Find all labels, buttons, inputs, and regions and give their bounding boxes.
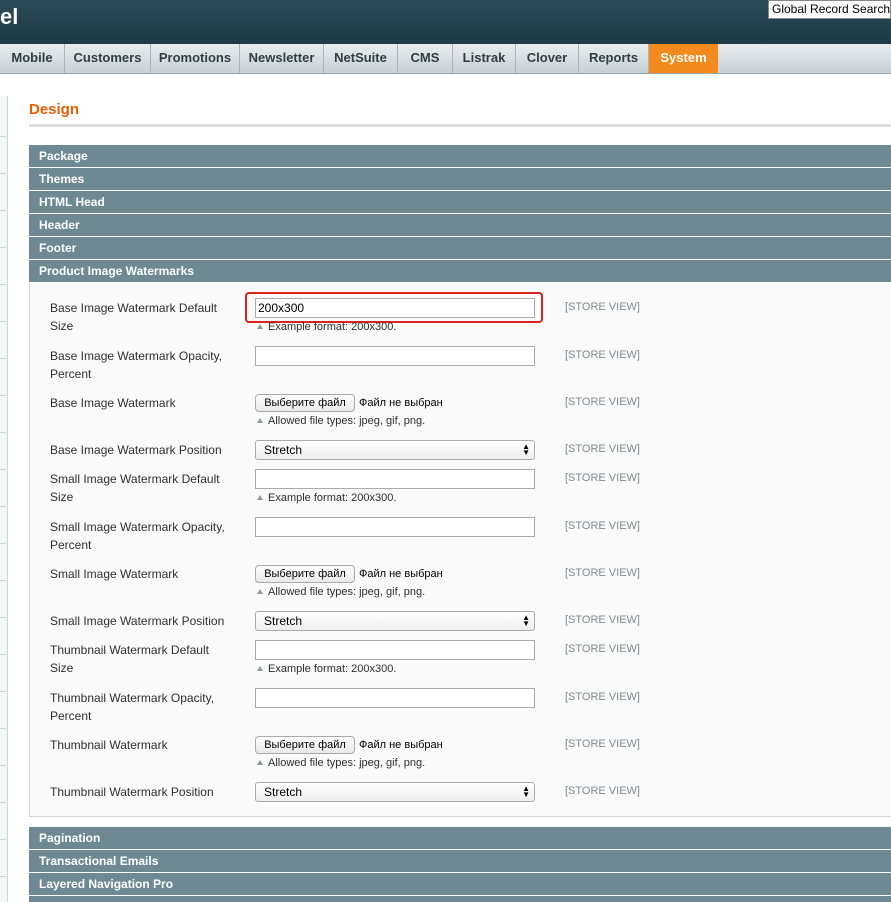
thumb-size-label: Thumbnail Watermark Default Size (50, 643, 209, 675)
scope-label: [STORE VIEW] (565, 567, 640, 579)
section-html-head[interactable]: HTML Head (29, 191, 891, 213)
nav-item-mobile[interactable]: Mobile (0, 44, 65, 73)
small-image-label: Small Image Watermark (50, 567, 179, 581)
nav-item-reports[interactable]: Reports (579, 44, 649, 73)
scope-label: [STORE VIEW] (565, 691, 640, 703)
scope-label: [STORE VIEW] (565, 349, 640, 361)
note-arrow-icon (257, 760, 263, 765)
select-arrows-icon: ▲ ▼ (522, 442, 530, 457)
base-size-label: Base Image Watermark Default Size (50, 301, 217, 333)
note-arrow-icon (257, 324, 263, 329)
global-record-search-input[interactable]: Global Record Search (768, 0, 891, 19)
section-pagination[interactable]: Pagination (29, 827, 891, 849)
base-position-label: Base Image Watermark Position (50, 443, 222, 457)
scope-label: [STORE VIEW] (565, 396, 640, 408)
scope-label: [STORE VIEW] (565, 472, 640, 484)
scope-label: [STORE VIEW] (565, 520, 640, 532)
nav-item-clover[interactable]: Clover (516, 44, 579, 73)
nav-item-customers[interactable]: Customers (65, 44, 151, 73)
small-position-select[interactable]: Stretch ▲ ▼ (255, 611, 535, 631)
note-arrow-icon (257, 418, 263, 423)
section-product-image-watermarks[interactable]: Product Image Watermarks (29, 260, 891, 282)
select-arrows-icon: ▲ ▼ (522, 613, 530, 628)
small-size-note: Example format: 200x300. (257, 491, 396, 505)
base-size-note: Example format: 200x300. (257, 320, 396, 334)
admin-header: el Global Record Search (0, 0, 891, 44)
thumb-position-label: Thumbnail Watermark Position (50, 785, 214, 799)
left-sidebar-edge (0, 96, 8, 902)
section-next[interactable] (29, 896, 891, 902)
thumb-image-file-status: Файл не выбран (359, 739, 443, 751)
small-position-label: Small Image Watermark Position (50, 614, 225, 628)
thumb-size-input[interactable] (255, 640, 535, 660)
scope-label: [STORE VIEW] (565, 301, 640, 313)
scope-label: [STORE VIEW] (565, 738, 640, 750)
nav-item-netsuite[interactable]: NetSuite (324, 44, 398, 73)
scope-label: [STORE VIEW] (565, 785, 640, 797)
brand-logo: el (0, 4, 19, 29)
thumb-image-label: Thumbnail Watermark (50, 738, 168, 752)
small-size-label: Small Image Watermark Default Size (50, 472, 220, 504)
section-package[interactable]: Package (29, 145, 891, 167)
nav-item-newsletter[interactable]: Newsletter (240, 44, 324, 73)
scope-label: [STORE VIEW] (565, 614, 640, 626)
note-arrow-icon (257, 589, 263, 594)
select-arrows-icon: ▲ ▼ (522, 784, 530, 799)
note-arrow-icon (257, 666, 263, 671)
base-image-label: Base Image Watermark (50, 396, 176, 410)
base-position-select[interactable]: Stretch ▲ ▼ (255, 440, 535, 460)
thumb-size-note: Example format: 200x300. (257, 662, 396, 676)
base-size-input[interactable]: 200x300 (255, 298, 535, 318)
thumb-opacity-input[interactable] (255, 688, 535, 708)
thumb-position-select[interactable]: Stretch ▲ ▼ (255, 782, 535, 802)
thumb-opacity-label: Thumbnail Watermark Opacity, Percent (50, 691, 215, 723)
small-image-file-button[interactable]: Выберите файл (255, 565, 355, 583)
nav-item-promotions[interactable]: Promotions (151, 44, 240, 73)
thumb-image-file-button[interactable]: Выберите файл (255, 736, 355, 754)
base-opacity-input[interactable] (255, 346, 535, 366)
section-footer[interactable]: Footer (29, 237, 891, 259)
note-arrow-icon (257, 495, 263, 500)
nav-item-listrak[interactable]: Listrak (453, 44, 516, 73)
small-opacity-label: Small Image Watermark Opacity, Percent (50, 520, 225, 552)
nav-item-system[interactable]: System (649, 44, 718, 73)
page-title: Design (29, 101, 80, 118)
title-divider (29, 124, 891, 127)
scope-label: [STORE VIEW] (565, 643, 640, 655)
section-transactional-emails[interactable]: Transactional Emails (29, 850, 891, 872)
base-image-file-button[interactable]: Выберите файл (255, 394, 355, 412)
section-header[interactable]: Header (29, 214, 891, 236)
small-image-file-status: Файл не выбран (359, 568, 443, 580)
thumb-image-note: Allowed file types: jpeg, gif, png. (257, 756, 425, 770)
small-image-note: Allowed file types: jpeg, gif, png. (257, 585, 425, 599)
scope-label: [STORE VIEW] (565, 443, 640, 455)
base-image-file-status: Файл не выбран (359, 397, 443, 409)
nav-item-cms[interactable]: CMS (398, 44, 453, 73)
base-opacity-label: Base Image Watermark Opacity, Percent (50, 349, 223, 381)
small-opacity-input[interactable] (255, 517, 535, 537)
section-layered-navigation-pro[interactable]: Layered Navigation Pro (29, 873, 891, 895)
small-size-input[interactable] (255, 469, 535, 489)
section-themes[interactable]: Themes (29, 168, 891, 190)
main-nav: Mobile Customers Promotions Newsletter N… (0, 44, 891, 74)
base-image-note: Allowed file types: jpeg, gif, png. (257, 414, 425, 428)
